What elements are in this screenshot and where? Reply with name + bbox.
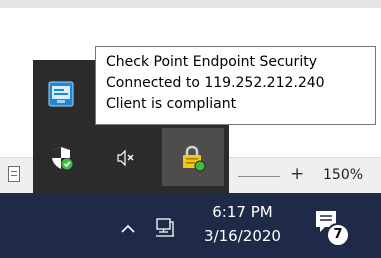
zoom-slider-track[interactable] [238, 176, 280, 177]
checkpoint-vpn-lock-icon[interactable] [178, 144, 206, 172]
tooltip-title: Check Point Endpoint Security [106, 54, 317, 70]
document-top-strip [0, 0, 381, 8]
action-center-button[interactable]: 7 [313, 207, 353, 249]
clock-time: 6:17 PM [212, 203, 273, 221]
notification-count-badge: 7 [326, 223, 350, 247]
tooltip-connection-status: Connected to 119.252.212.240 [106, 75, 325, 91]
volume-muted-icon[interactable] [112, 144, 140, 172]
clock-date: 3/16/2020 [204, 227, 281, 245]
show-hidden-icons-chevron-icon[interactable] [121, 221, 135, 235]
page-view-icon[interactable] [8, 166, 20, 182]
taskbar-clock[interactable]: 6:17 PM 3/16/2020 [190, 200, 295, 248]
tooltip-compliance-status: Client is compliant [106, 96, 237, 112]
vpn-status-tooltip: Check Point Endpoint Security Connected … [95, 46, 376, 125]
zoom-in-button[interactable]: + [290, 164, 304, 184]
network-icon[interactable] [154, 217, 176, 239]
checkpoint-client-icon[interactable] [47, 80, 75, 108]
windows-security-icon[interactable] [47, 144, 75, 172]
zoom-level-label[interactable]: 150% [323, 167, 363, 183]
